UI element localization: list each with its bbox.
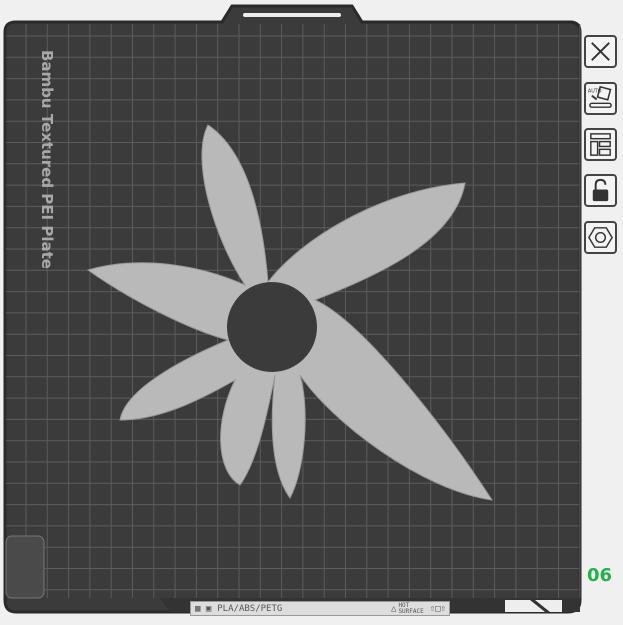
- plate-type-label: Bambu Textured PEI Plate: [38, 50, 56, 269]
- leveling-icons: ⇧□⇧: [429, 603, 446, 614]
- close-icon: [591, 42, 610, 61]
- model-center-hole: [227, 282, 317, 372]
- plate-number: 06: [587, 565, 613, 586]
- warning-text-2: SURFACE: [398, 607, 424, 615]
- close-plate-button[interactable]: [584, 35, 617, 68]
- auto-orient-icon: AUTO: [588, 85, 612, 108]
- hot-surface-warning: △ HOT SURFACE: [391, 602, 424, 615]
- plate-icons: ▦ ▣: [195, 603, 212, 614]
- plate-corner-marker: [5, 535, 45, 599]
- plate-handle: [243, 13, 341, 17]
- plate-settings-button[interactable]: [584, 221, 617, 254]
- unlock-icon: [592, 178, 609, 202]
- build-plate[interactable]: [0, 0, 623, 625]
- warning-triangle-icon: △: [391, 603, 397, 614]
- arrange-button[interactable]: [584, 128, 617, 161]
- hex-settings-icon: [588, 227, 613, 248]
- plate-info-bar: ▦ ▣ PLA/ABS/PETG △ HOT SURFACE ⇧□⇧: [190, 601, 450, 616]
- filament-types: PLA/ABS/PETG: [217, 603, 283, 614]
- auto-orient-button[interactable]: AUTO: [584, 82, 617, 115]
- arrange-icon: [590, 133, 611, 156]
- lock-plate-button[interactable]: [584, 174, 617, 207]
